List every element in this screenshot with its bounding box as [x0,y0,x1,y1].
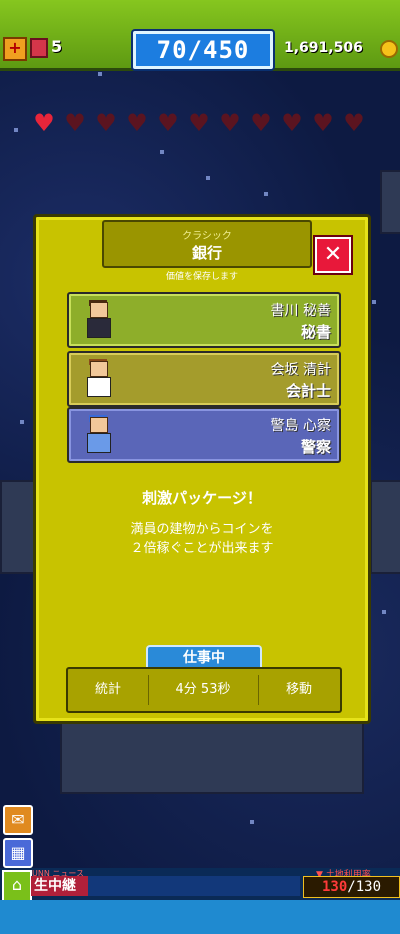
heart-icon: ♥ [281,109,303,137]
worker-name: 警島 心察 [270,418,331,434]
heart-icon: ♥ [95,109,117,137]
land-use-current: 130 [321,879,348,895]
worker-slot-3[interactable]: 警島 心察 警察 [67,407,341,463]
news-ticker[interactable] [88,876,300,896]
add-icon[interactable]: + [3,37,27,61]
hearts-row: ♥ ♥ ♥ ♥ ♥ ♥ ♥ ♥ ♥ ♥ ♥ [32,109,372,140]
move-button[interactable]: 移動 [258,669,340,711]
worker-role: 秘書 [300,323,331,341]
live-badge: 生中継 [31,876,88,896]
heart-icon: ♥ [33,109,55,137]
work-timer: 4分 53秒 [175,682,231,697]
top-bar: + 5 70/450 1,691,506 [0,0,400,71]
heart-icon: ♥ [64,109,86,137]
bonus-description-1: 満員の建物からコインを [130,522,274,537]
bottom-strip [0,900,400,934]
coin-icon [380,40,398,58]
worker-avatar [85,359,111,397]
book-count: 5 [51,37,63,56]
title-tab: クラシック 銀行 [102,220,312,268]
worker-slot-2[interactable]: 会坂 清計 会計士 [67,351,341,407]
building-description: 価値を保存します [165,272,238,282]
building-title: 銀行 [191,244,222,262]
worker-role: 会計士 [285,382,331,400]
worker-name: 書川 秘善 [270,303,331,319]
calendar-icon[interactable]: ▦ [3,838,33,868]
home-icon[interactable]: ⌂ [2,870,32,902]
heart-icon: ♥ [343,109,365,137]
worker-role: 警察 [300,438,331,456]
book-icon [30,38,48,58]
worker-slot-1[interactable]: 書川 秘善 秘書 [67,292,341,348]
heart-icon: ♥ [126,109,148,137]
bonus-description-2: ２倍稼ぐことが出来ます [130,541,274,556]
heart-icon: ♥ [312,109,334,137]
worker-name: 会坂 清計 [270,362,331,378]
status-tab: 仕事中 [146,645,262,669]
heart-icon: ♥ [250,109,272,137]
gift-icon[interactable]: ✉ [3,805,33,835]
stats-button[interactable]: 統計 [68,669,148,711]
floating-island [370,480,400,574]
building-dialog: クラシック 銀行 ✕ 価値を保存します 書川 秘善 秘書 会坂 清計 会計士 警… [33,214,371,724]
floating-island [380,170,400,234]
land-use-max: /130 [347,879,381,895]
close-button[interactable]: ✕ [315,237,351,273]
land-use-counter: 130/130 [303,876,400,898]
worker-avatar [85,300,111,338]
heart-icon: ♥ [188,109,210,137]
bonus-title: 刺激パッケージ！ [142,489,262,507]
building-category: クラシック [182,231,232,242]
population-counter[interactable]: 70/450 [133,31,273,69]
heart-icon: ♥ [157,109,179,137]
heart-icon: ♥ [219,109,241,137]
coin-balance: 1,691,506 [284,40,363,56]
dialog-action-panel: 統計 4分 53秒 移動 [66,667,342,713]
worker-avatar [85,415,111,453]
